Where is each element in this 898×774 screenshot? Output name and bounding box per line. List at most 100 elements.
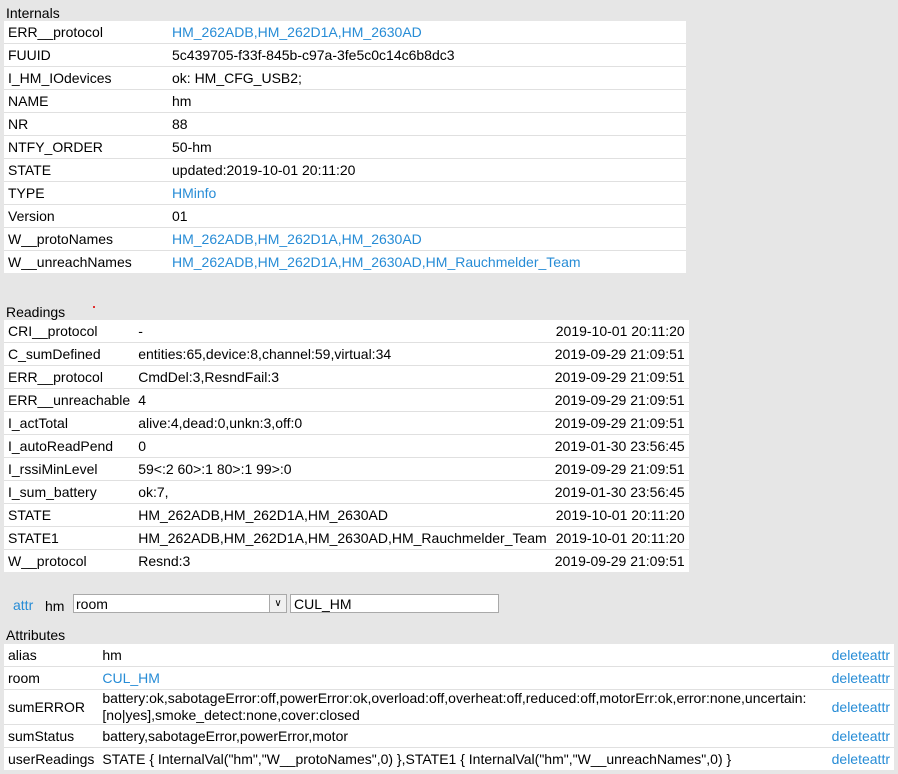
reading-value: entities:65,device:8,channel:59,virtual:… bbox=[134, 342, 551, 366]
reading-value: CmdDel:3,ResndFail:3 bbox=[134, 365, 551, 389]
attributes-table: alias hm deleteattr room CUL_HM deleteattr sum… bbox=[4, 644, 894, 770]
internal-key: Version bbox=[4, 204, 168, 228]
reading-key: I_autoReadPend bbox=[4, 434, 135, 458]
attribute-value: hm bbox=[98, 644, 822, 667]
internal-row: TYPE HMinfo bbox=[4, 181, 686, 205]
attribute-key: alias bbox=[4, 644, 99, 667]
internals-title: Internals bbox=[6, 5, 60, 21]
internal-key: ERR__protocol bbox=[4, 21, 168, 44]
attributes-title: Attributes bbox=[6, 627, 66, 643]
internal-row: W__unreachNames HM_262ADB,HM_262D1A,HM_26… bbox=[4, 251, 686, 274]
reading-value: ok:7, bbox=[134, 480, 551, 504]
internal-key: NR bbox=[4, 112, 168, 136]
reading-time: 2019-10-01 20:11:20 bbox=[550, 503, 689, 527]
reading-time: 2019-09-29 21:09:51 bbox=[550, 365, 689, 389]
attribute-key: userReadings bbox=[8, 751, 95, 767]
reading-time: 2019-09-29 21:09:51 bbox=[550, 457, 689, 481]
internal-value: hm bbox=[168, 89, 686, 113]
reading-time: 2019-09-29 21:09:51 bbox=[550, 342, 689, 366]
marker-dot bbox=[93, 306, 95, 308]
attribute-row: alias hm deleteattr bbox=[4, 644, 894, 667]
attribute-key: room bbox=[4, 666, 99, 690]
reading-time: 2019-09-29 21:09:51 bbox=[550, 388, 689, 412]
attribute-row: sumStatus battery,sabotageError,powerErro… bbox=[4, 724, 894, 748]
internal-value[interactable]: HM_262ADB,HM_262D1A,HM_2630AD bbox=[168, 21, 686, 44]
attribute-row: room CUL_HM deleteattr bbox=[4, 666, 894, 690]
reading-row: I_autoReadPend 0 2019-01-30 23:56:45 bbox=[4, 434, 689, 458]
reading-value: 4 bbox=[134, 388, 551, 412]
reading-key: W__protocol bbox=[8, 553, 87, 569]
internal-value: 01 bbox=[168, 204, 686, 228]
internal-row: W__protoNames HM_262ADB,HM_262D1A,HM_2630… bbox=[4, 227, 686, 251]
delete-attr-link[interactable]: deleteattr bbox=[822, 644, 894, 667]
attr-value-input[interactable] bbox=[290, 594, 499, 613]
internals-table: ERR__protocol HM_262ADB,HM_262D1A,HM_2630… bbox=[4, 21, 686, 273]
attribute-value: STATE { InternalVal("hm","W__protoNames"… bbox=[102, 750, 732, 767]
delete-attr-link[interactable]: deleteattr bbox=[822, 666, 894, 690]
reading-key: I_rssiMinLevel bbox=[4, 457, 135, 481]
reading-value: alive:4,dead:0,unkn:3,off:0 bbox=[134, 411, 551, 435]
attribute-row: sumERROR battery:ok,sabotageError:off,pow… bbox=[4, 689, 894, 725]
attribute-row: userReadings STATE { InternalVal("hm","W_… bbox=[4, 748, 894, 771]
reading-key: STATE1 bbox=[4, 526, 135, 550]
internal-value: updated:2019-10-01 20:11:20 bbox=[168, 158, 686, 182]
internal-value: 50-hm bbox=[168, 135, 686, 159]
internal-row: I_HM_IOdevices ok: HM_CFG_USB2; bbox=[4, 66, 686, 90]
reading-key: CRI__protocol bbox=[4, 320, 135, 343]
internal-row: NAME hm bbox=[4, 89, 686, 113]
delete-attr-link[interactable]: deleteattr bbox=[822, 689, 894, 725]
reading-value: - bbox=[134, 320, 551, 343]
internal-value: 5c439705-f33f-845b-c97a-3fe5c0c14c6b8dc3 bbox=[168, 43, 686, 67]
reading-row: STATE HM_262ADB,HM_262D1A,HM_2630AD 2019-1… bbox=[4, 503, 689, 527]
internal-key: W__unreachNames bbox=[8, 254, 132, 270]
delete-attr-link[interactable]: deleteattr bbox=[822, 748, 894, 771]
reading-key: STATE bbox=[4, 503, 135, 527]
reading-time: 2019-09-29 21:09:51 bbox=[554, 553, 685, 569]
attribute-key: sumERROR bbox=[4, 689, 99, 725]
attr-link[interactable]: attr bbox=[13, 597, 33, 613]
reading-row: ERR__unreachable 4 2019-09-29 21:09:51 bbox=[4, 388, 689, 412]
internal-key: W__protoNames bbox=[4, 227, 168, 251]
internal-value: 88 bbox=[168, 112, 686, 136]
internal-row: ERR__protocol HM_262ADB,HM_262D1A,HM_2630… bbox=[4, 21, 686, 44]
reading-value: HM_262ADB,HM_262D1A,HM_2630AD,HM_Rauchme… bbox=[134, 526, 551, 550]
internal-value[interactable]: HM_262ADB,HM_262D1A,HM_2630AD,HM_Rauchme… bbox=[168, 251, 686, 274]
attribute-value: battery:ok,sabotageError:off,powerError:… bbox=[98, 689, 822, 725]
reading-value: 59<:2 60>:1 80>:1 99>:0 bbox=[134, 457, 551, 481]
reading-time: 2019-09-29 21:09:51 bbox=[550, 411, 689, 435]
internal-key: NAME bbox=[4, 89, 168, 113]
reading-row: STATE1 HM_262ADB,HM_262D1A,HM_2630AD,HM_R… bbox=[4, 526, 689, 550]
internal-row: FUUID 5c439705-f33f-845b-c97a-3fe5c0c14c6… bbox=[4, 43, 686, 67]
reading-key: ERR__unreachable bbox=[4, 388, 135, 412]
reading-row: ERR__protocol CmdDel:3,ResndFail:3 2019-09… bbox=[4, 365, 689, 389]
reading-row: C_sumDefined entities:65,device:8,channel… bbox=[4, 342, 689, 366]
reading-time: 2019-10-01 20:11:20 bbox=[550, 320, 689, 343]
internal-key: FUUID bbox=[4, 43, 168, 67]
reading-value: 0 bbox=[134, 434, 551, 458]
internal-row: NR 88 bbox=[4, 112, 686, 136]
attribute-value[interactable]: CUL_HM bbox=[98, 666, 822, 690]
internal-key: TYPE bbox=[4, 181, 168, 205]
readings-title: Readings bbox=[6, 304, 66, 320]
attr-select[interactable]: room ∨ bbox=[73, 594, 287, 613]
reading-row: I_actTotal alive:4,dead:0,unkn:3,off:0 201… bbox=[4, 411, 689, 435]
readings-table: CRI__protocol -2019-10-01 20:11:20 C_sumDe… bbox=[4, 320, 689, 572]
internal-value[interactable]: HM_262ADB,HM_262D1A,HM_2630AD bbox=[168, 227, 686, 251]
attribute-key: sumStatus bbox=[4, 724, 99, 748]
reading-time: 2019-01-30 23:56:45 bbox=[550, 480, 689, 504]
chevron-down-icon[interactable]: ∨ bbox=[269, 595, 286, 612]
attr-select-value: room bbox=[76, 596, 108, 612]
internal-row: STATE updated:2019-10-01 20:11:20 bbox=[4, 158, 686, 182]
reading-key: C_sumDefined bbox=[4, 342, 135, 366]
internal-row: Version 01 bbox=[4, 204, 686, 228]
attr-device-name: hm bbox=[45, 598, 65, 614]
delete-attr-link[interactable]: deleteattr bbox=[822, 724, 894, 748]
reading-value: Resnd:3 bbox=[138, 553, 191, 569]
internal-key: I_HM_IOdevices bbox=[4, 66, 168, 90]
internal-row: NTFY_ORDER 50-hm bbox=[4, 135, 686, 159]
reading-row: CRI__protocol -2019-10-01 20:11:20 bbox=[4, 320, 689, 343]
internal-key: STATE bbox=[4, 158, 168, 182]
attribute-value: battery,sabotageError,powerError,motor bbox=[98, 724, 822, 748]
internal-value[interactable]: HMinfo bbox=[168, 181, 686, 205]
attr-bar: attr hm room ∨ bbox=[0, 594, 898, 616]
